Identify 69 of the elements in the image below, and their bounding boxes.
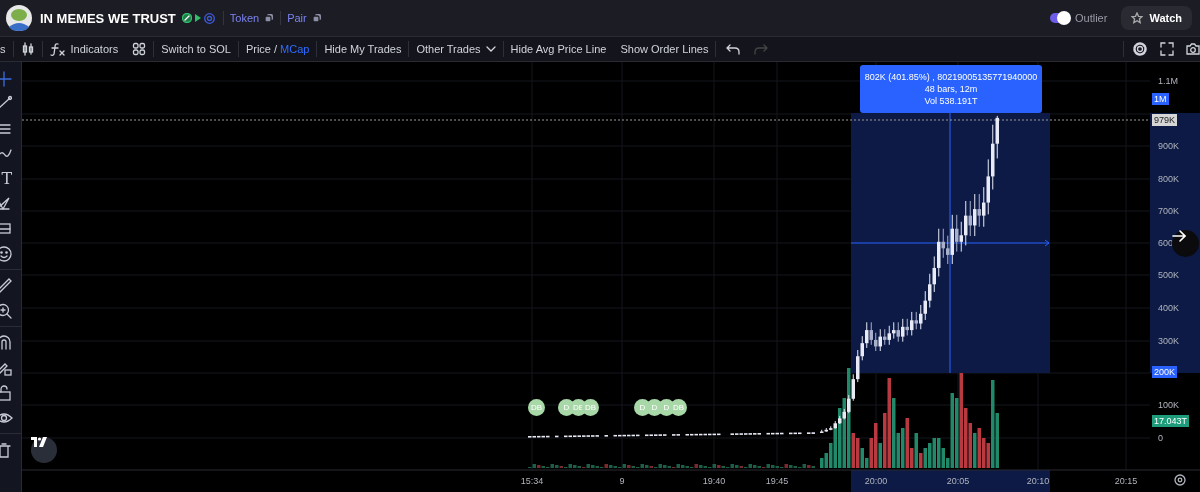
avatar xyxy=(6,5,32,31)
price-axis-label: 1.1M xyxy=(1157,75,1179,87)
order-lines-button[interactable]: Show Order Lines xyxy=(613,37,716,61)
measure-range[interactable] xyxy=(851,113,1050,373)
price-tag: 17.043T xyxy=(1152,415,1190,427)
time-axis-label: 9 xyxy=(619,476,625,486)
measure-text: 48 bars, 12m xyxy=(924,84,978,94)
toggle-label: Outlier xyxy=(1075,12,1108,24)
redo-icon xyxy=(754,43,769,55)
time-axis-label: 19:40 xyxy=(702,476,726,486)
text-tool[interactable]: T xyxy=(1,169,13,188)
price-axis-label: 700K xyxy=(1157,205,1181,217)
copy-icon xyxy=(311,13,322,23)
circle-dot-icon[interactable] xyxy=(1174,474,1186,486)
function-icon xyxy=(49,42,66,56)
undo-icon xyxy=(726,43,741,55)
ruler-icon[interactable] xyxy=(0,276,13,295)
candle xyxy=(555,435,559,438)
zoom-in-icon[interactable] xyxy=(0,301,13,320)
pen-badge-icon xyxy=(181,13,192,23)
price-axis-label: 900K xyxy=(1157,140,1181,152)
time-axis-label: 20:05 xyxy=(946,476,970,486)
crosshair-icon[interactable] xyxy=(0,69,13,88)
copy-icon xyxy=(264,13,275,23)
settings-icon xyxy=(1132,41,1148,57)
grid-icon xyxy=(132,42,147,56)
copy-link[interactable]: Pair xyxy=(281,12,328,24)
hide-trades-button[interactable]: Hide My Trades xyxy=(317,37,409,61)
trash-icon[interactable] xyxy=(0,440,13,459)
interval-button[interactable]: s xyxy=(0,37,13,61)
play-icon xyxy=(194,14,201,22)
hide-avg-price-button[interactable]: Hide Avg Price Line xyxy=(503,37,614,61)
time-axis-label: 15:34 xyxy=(520,476,544,486)
price-axis-label: 400K xyxy=(1157,302,1181,314)
time-axis-label: 20:00 xyxy=(864,476,888,486)
watch-button[interactable]: Watch xyxy=(1121,6,1192,30)
copy-link[interactable]: Token xyxy=(223,12,281,24)
price-axis-label: 100K xyxy=(1157,399,1181,411)
price-mode-option[interactable]: MCap xyxy=(280,43,310,55)
measure-text: 802K (401.85%) , 80219005135771940000 xyxy=(864,72,1038,82)
price-axis-label: 300K xyxy=(1157,335,1181,347)
time-axis-label: 20:10 xyxy=(1026,476,1050,486)
camera-icon xyxy=(1186,42,1200,56)
indicators-button[interactable]: Indicators xyxy=(42,37,126,61)
price-tag: 200K xyxy=(1152,366,1178,378)
measure-text: Vol 538.191T xyxy=(924,96,978,106)
separator-text: / xyxy=(273,43,278,55)
candles-icon xyxy=(20,42,35,56)
smiley-icon[interactable] xyxy=(0,244,13,263)
magnet-icon[interactable] xyxy=(0,333,13,352)
ring-badge-icon xyxy=(203,12,215,24)
star-icon xyxy=(1131,12,1144,24)
chevron-down-icon xyxy=(485,46,496,52)
price-axis-label: 800K xyxy=(1157,173,1181,185)
price-axis-label: 500K xyxy=(1157,269,1181,281)
price-tag: 1M xyxy=(1152,93,1169,105)
fullscreen-icon xyxy=(1160,42,1174,56)
time-axis-label: 20:15 xyxy=(1114,476,1138,486)
tv-logo xyxy=(31,437,47,447)
price-tag: 979K xyxy=(1152,114,1178,126)
price-axis-label: 600 xyxy=(1157,237,1175,249)
unlock-icon[interactable] xyxy=(0,383,13,402)
switch-currency-button[interactable]: Switch to SOL xyxy=(154,37,238,61)
price-mode-option[interactable]: Price xyxy=(245,43,271,55)
token-title: IN MEMES WE TRUST xyxy=(40,10,176,26)
arrow-right-icon xyxy=(1172,230,1186,242)
other-trades-dropdown[interactable]: Other Trades xyxy=(409,37,503,61)
time-axis-label: 19:45 xyxy=(765,476,789,486)
price-axis-label: 0 xyxy=(1157,432,1164,444)
